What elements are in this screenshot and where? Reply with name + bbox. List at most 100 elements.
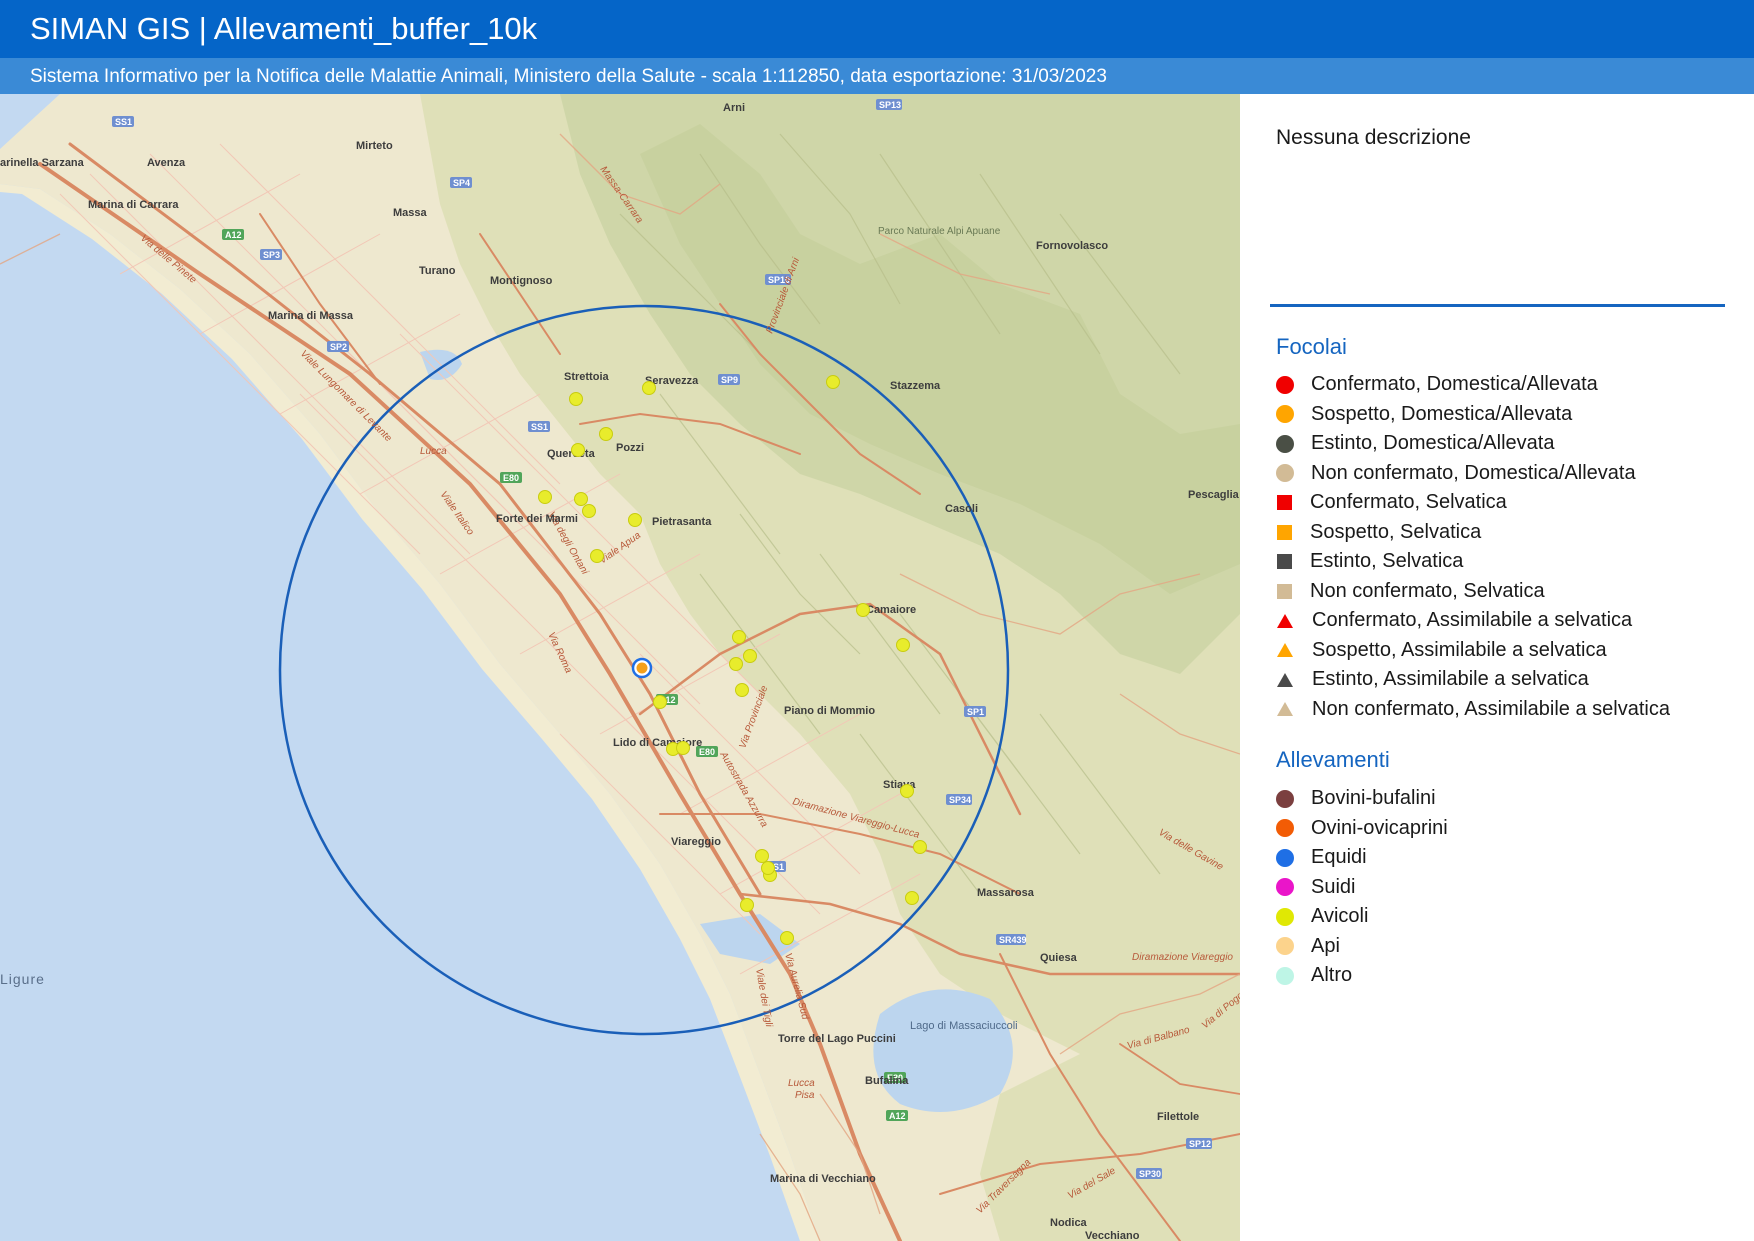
place-mirteto: Mirteto (356, 140, 393, 152)
road-label-diramazione-viareggio: Diramazione Viareggio (1132, 952, 1233, 963)
legend-focolai-label: Sospetto, Selvatica (1310, 520, 1482, 543)
place-pietrasanta: Pietrasanta (652, 516, 712, 528)
avicoli-point (755, 849, 769, 863)
legend-focolai-label: Confermato, Selvatica (1310, 491, 1507, 514)
place-turano: Turano (419, 265, 456, 277)
circle-symbol-icon (1276, 464, 1294, 483)
legend-allevamenti-label: Equidi (1311, 846, 1367, 869)
road-label-lucca-top: Lucca (420, 446, 447, 457)
legend-focolai-item: Confermato, Assimilabile a selvatica (1276, 606, 1670, 636)
place-lago-massaciuccoli: Lago di Massaciuccoli (910, 1020, 1018, 1032)
app-header: SIMAN GIS | Allevamenti_buffer_10k (0, 0, 1754, 58)
square-symbol-icon (1277, 524, 1292, 540)
place-camaiore: Camaiore (866, 604, 916, 616)
legend-allevamenti-label: Altro (1311, 964, 1353, 987)
legend-focolai-item: Confermato, Domestica/Allevata (1276, 370, 1670, 400)
legend-allevamenti-item: Bovini-bufalini (1276, 784, 1448, 814)
shield-sp34: SP34 (949, 795, 971, 805)
shield-sr439: SR439 (999, 935, 1027, 945)
map-canvas[interactable]: SS1 SP13 SP4 A12 SP3 SP10 SP2 SP9 SS1 E8… (0, 94, 1240, 1241)
shield-sp1: SP1 (967, 707, 984, 717)
place-avenza: Avenza (147, 157, 186, 169)
lake-massaciuccoli (873, 989, 1013, 1112)
place-sarzana: arinella Sarzana (0, 157, 85, 169)
legend-focolai-label: Estinto, Domestica/Allevata (1311, 432, 1555, 455)
place-viareggio: Viareggio (671, 836, 721, 848)
avicoli-point (569, 392, 583, 406)
avicoli-point (599, 427, 613, 441)
place-marina-massa: Marina di Massa (268, 310, 354, 322)
triangle-symbol-icon (1277, 702, 1293, 717)
sea-label-ligure: Ligure (0, 971, 45, 987)
place-marina-vecchiano: Marina di Vecchiano (770, 1173, 876, 1185)
avicoli-point (735, 683, 749, 697)
place-fornovolasco: Fornovolasco (1036, 240, 1108, 252)
avicoli-point (538, 490, 552, 504)
shield-a12-top: A12 (225, 230, 242, 240)
legend-allevamenti-item: Equidi (1276, 843, 1448, 873)
avicoli-point (780, 931, 794, 945)
shield-sp12: SP12 (1189, 1139, 1211, 1149)
legend-focolai-item: Sospetto, Domestica/Allevata (1276, 400, 1670, 430)
legend-divider (1270, 304, 1725, 307)
place-torre-lago: Torre del Lago Puccini (778, 1033, 896, 1045)
legend-focolai-item: Estinto, Selvatica (1276, 547, 1670, 577)
avicoli-point (571, 443, 585, 457)
avicoli-point (729, 657, 743, 671)
shield-e80-top: E80 (503, 473, 519, 483)
place-pescaglia: Pescaglia (1188, 489, 1240, 501)
center-farm-ovini-point[interactable] (636, 662, 648, 674)
avicoli-point (653, 695, 667, 709)
legend-allevamenti-label: Bovini-bufalini (1311, 787, 1436, 810)
legend-allevamenti-item: Suidi (1276, 873, 1448, 903)
avicoli-point (743, 649, 757, 663)
place-nodica: Nodica (1050, 1217, 1088, 1229)
square-symbol-icon (1277, 495, 1292, 511)
avicoli-point (732, 630, 746, 644)
legend-focolai-label: Confermato, Assimilabile a selvatica (1312, 609, 1633, 632)
avicoli-point (856, 603, 870, 617)
legend-allevamenti-label: Api (1311, 934, 1340, 957)
circle-symbol-icon (1276, 937, 1294, 956)
avicoli-point (761, 861, 775, 875)
legend-list-allevamenti: Bovini-bufalini Ovini-ovicaprini Equidi Sui… (1276, 784, 1448, 991)
shield-ss1-mid: SS1 (531, 422, 548, 432)
avicoli-point (740, 898, 754, 912)
place-massarosa: Massarosa (977, 887, 1035, 899)
circle-symbol-icon (1276, 966, 1294, 985)
legend-focolai-label: Estinto, Selvatica (1310, 550, 1464, 573)
place-massa: Massa (393, 207, 428, 219)
legend-allevamenti-item: Altro (1276, 961, 1448, 991)
legend-focolai-item: Non confermato, Assimilabile a selvatica (1276, 695, 1670, 725)
triangle-symbol-icon (1277, 613, 1293, 628)
avicoli-point (826, 375, 840, 389)
avicoli-point (905, 891, 919, 905)
legend-allevamenti-label: Ovini-ovicaprini (1311, 816, 1448, 839)
avicoli-point (574, 492, 588, 506)
legend-focolai-label: Non confermato, Assimilabile a selvatica (1312, 697, 1670, 720)
circle-symbol-icon (1276, 907, 1294, 926)
circle-symbol-icon (1276, 434, 1294, 453)
shield-sp9: SP9 (721, 375, 738, 385)
avicoli-point (896, 638, 910, 652)
place-piano-mommio: Piano di Mommio (784, 705, 875, 717)
legend-focolai-item: Estinto, Assimilabile a selvatica (1276, 665, 1670, 695)
shield-a12-low: A12 (889, 1111, 906, 1121)
legend-title-focolai: Focolai (1276, 334, 1347, 359)
avicoli-point (628, 513, 642, 527)
circle-symbol-icon (1276, 789, 1294, 808)
legend-focolai-label: Non confermato, Selvatica (1310, 579, 1545, 602)
shield-sp30: SP30 (1139, 1169, 1161, 1179)
triangle-symbol-icon (1277, 643, 1293, 658)
place-montignoso: Montignoso (490, 275, 553, 287)
triangle-symbol-icon (1277, 672, 1293, 687)
legend-allevamenti-item: Avicoli (1276, 902, 1448, 932)
avicoli-point (900, 784, 914, 798)
place-pozzi: Pozzi (616, 442, 644, 454)
place-filettole: Filettole (1157, 1111, 1199, 1123)
place-parco-apuane: Parco Naturale Alpi Apuane (878, 226, 1001, 237)
circle-symbol-icon (1276, 375, 1294, 394)
shield-ss1-top: SS1 (115, 117, 132, 127)
legend-focolai-item: Non confermato, Domestica/Allevata (1276, 459, 1670, 489)
map-subtitle: Sistema Informativo per la Notifica dell… (30, 66, 1107, 87)
